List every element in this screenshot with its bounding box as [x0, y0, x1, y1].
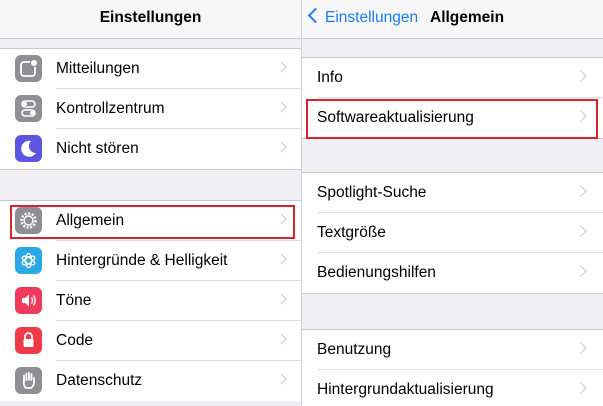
general-item-label: Benutzung	[317, 341, 392, 358]
chevron-right-icon	[575, 225, 587, 237]
settings-item-label: Mitteilungen	[56, 60, 140, 77]
general-item-info[interactable]: Info	[302, 58, 603, 98]
settings-item-nicht-stoeren[interactable]: Nicht stören	[0, 129, 301, 169]
settings-item-code[interactable]: Code	[0, 321, 301, 361]
wallpaper-icon	[15, 247, 42, 274]
general-pane: Einstellungen Allgemein Info Softwareakt…	[301, 0, 603, 406]
general-item-label: Textgröße	[317, 224, 386, 241]
page-title: Allgemein	[430, 9, 505, 26]
chevron-right-icon	[575, 185, 587, 197]
chevron-right-icon	[575, 382, 587, 394]
chevron-right-icon	[575, 265, 587, 277]
chevron-right-icon	[275, 293, 287, 305]
chevron-right-icon	[575, 70, 587, 82]
general-item-hintergrundaktualisierung[interactable]: Hintergrundaktualisierung	[302, 370, 603, 406]
general-item-spotlight-suche[interactable]: Spotlight-Suche	[302, 173, 603, 213]
general-item-bedienungshilfen[interactable]: Bedienungshilfen	[302, 253, 603, 293]
settings-item-label: Hintergründe & Helligkeit	[56, 252, 228, 269]
settings-item-kontrollzentrum[interactable]: Kontrollzentrum	[0, 89, 301, 129]
settings-item-label: Kontrollzentrum	[56, 100, 165, 117]
settings-item-mitteilungen[interactable]: Mitteilungen	[0, 49, 301, 89]
settings-item-datenschutz[interactable]: Datenschutz	[0, 361, 301, 401]
settings-item-label: Datenschutz	[56, 372, 143, 389]
settings-item-label: Allgemein	[56, 212, 125, 229]
privacy-hand-icon	[15, 367, 42, 394]
chevron-right-icon	[275, 61, 287, 73]
general-item-label: Info	[317, 69, 343, 86]
settings-item-toene[interactable]: Töne	[0, 281, 301, 321]
chevron-left-icon	[307, 7, 324, 24]
chevron-right-icon	[275, 141, 287, 153]
settings-item-label: Nicht stören	[56, 140, 139, 157]
general-item-label: Softwareaktualisierung	[317, 109, 474, 126]
general-navbar: Einstellungen Allgemein	[302, 0, 603, 39]
settings-navbar: Einstellungen	[0, 0, 301, 39]
general-item-textgroesse[interactable]: Textgröße	[302, 213, 603, 253]
general-item-softwareaktualisierung[interactable]: Softwareaktualisierung	[302, 98, 603, 138]
settings-item-label: Töne	[56, 292, 92, 309]
general-item-label: Bedienungshilfen	[317, 264, 436, 281]
back-button[interactable]: Einstellungen	[307, 7, 419, 27]
settings-item-label: Code	[56, 332, 94, 349]
general-item-label: Hintergrundaktualisierung	[317, 381, 494, 398]
lock-icon	[15, 327, 42, 354]
settings-item-hintergruende[interactable]: Hintergründe & Helligkeit	[0, 241, 301, 281]
back-button-label: Einstellungen	[325, 9, 419, 26]
gear-icon	[15, 207, 42, 234]
chevron-right-icon	[575, 342, 587, 354]
chevron-right-icon	[275, 101, 287, 113]
do-not-disturb-icon	[15, 135, 42, 162]
page-title: Einstellungen	[99, 9, 202, 26]
notifications-icon	[15, 55, 42, 82]
group-divider	[302, 138, 603, 139]
general-item-label: Spotlight-Suche	[317, 184, 427, 201]
sound-icon	[15, 287, 42, 314]
chevron-right-icon	[275, 373, 287, 385]
control-center-icon	[15, 95, 42, 122]
chevron-right-icon	[275, 213, 287, 225]
group-divider	[302, 293, 603, 294]
settings-item-allgemein[interactable]: Allgemein	[0, 201, 301, 241]
settings-pane: Einstellungen Mitteilungen Kontrollzentr…	[0, 0, 301, 406]
general-item-benutzung[interactable]: Benutzung	[302, 330, 603, 370]
group-divider	[0, 169, 301, 170]
chevron-right-icon	[275, 253, 287, 265]
chevron-right-icon	[575, 110, 587, 122]
chevron-right-icon	[275, 333, 287, 345]
